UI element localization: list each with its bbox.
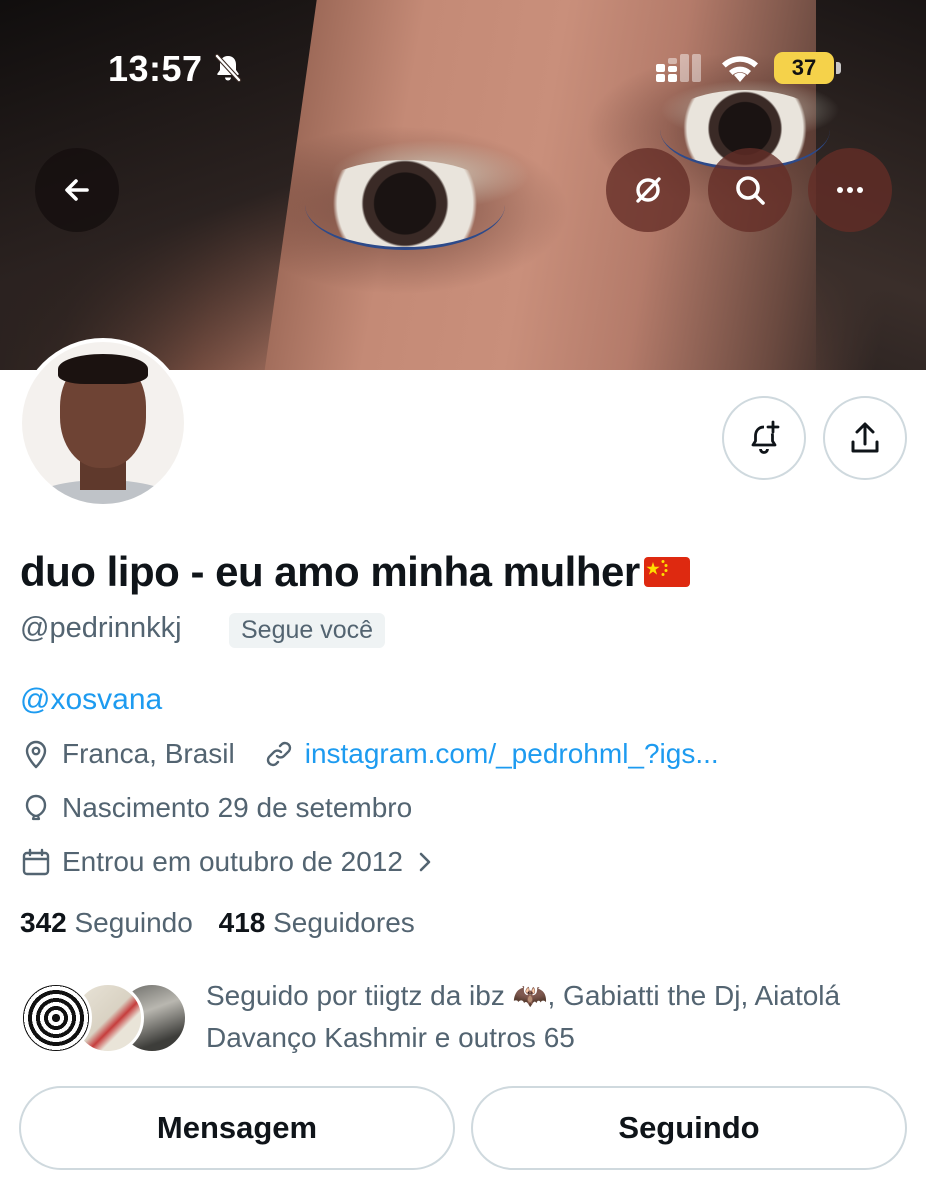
more-icon [837, 187, 863, 193]
share-icon [851, 422, 879, 453]
known-followers-text[interactable]: Seguido por tiigtz da ibz 🦇, Gabiatti th… [206, 975, 906, 1059]
back-button[interactable] [35, 148, 119, 232]
banner-eye-left [305, 160, 505, 250]
username-handle: @pedrinnkkj [20, 612, 182, 644]
notifications-button[interactable] [722, 396, 806, 480]
grok-icon [636, 177, 661, 203]
display-name: duo lipo - eu amo minha mulher [20, 548, 690, 596]
grok-button[interactable] [606, 148, 690, 232]
share-button[interactable] [823, 396, 907, 480]
bio-mention-link[interactable]: @xosvana [20, 683, 162, 717]
battery-indicator: 37 [774, 52, 834, 84]
link-icon [266, 741, 291, 767]
following-count: 342 [20, 907, 67, 938]
search-button[interactable] [708, 148, 792, 232]
follows-you-badge: Segue você [229, 613, 386, 648]
battery-cap [836, 62, 841, 74]
china-flag-icon [643, 557, 690, 587]
balloon-icon [25, 794, 47, 821]
location-website-row: Franca, Brasil instagram.com/_pedrohml_?… [20, 738, 719, 770]
known-follower-avatar[interactable] [20, 982, 92, 1054]
profile-avatar[interactable] [18, 338, 188, 508]
joined-text: Entrou em outubro de 2012 [62, 846, 403, 877]
following-label: Seguindo [74, 907, 193, 938]
calendar-icon [22, 848, 50, 876]
status-time: 13:57 [108, 48, 203, 89]
location-pin-icon [25, 740, 47, 769]
following-button[interactable]: Seguindo [471, 1086, 907, 1170]
more-button[interactable] [808, 148, 892, 232]
arrow-left-icon [65, 179, 89, 201]
follow-stats: 342 Seguindo 418 Seguidores [20, 907, 415, 939]
chevron-right-icon [419, 852, 431, 872]
bell-plus-icon [751, 420, 780, 454]
followers-label: Seguidores [273, 907, 415, 938]
bell-slash-icon [214, 53, 242, 83]
birthday-text: Nascimento 29 de setembro [62, 792, 413, 823]
location-text: Franca, Brasil [62, 738, 235, 769]
joined-row[interactable]: Entrou em outubro de 2012 [20, 846, 437, 878]
display-name-text: duo lipo - eu amo minha mulher [20, 548, 640, 595]
signal-icon [656, 54, 701, 82]
search-icon [736, 176, 765, 205]
followers-count: 418 [218, 907, 266, 938]
website-link[interactable]: instagram.com/_pedrohml_?igs... [305, 738, 719, 770]
avatar-hair [58, 354, 148, 384]
following-link[interactable]: 342 Seguindo [20, 907, 193, 938]
birthday-row: Nascimento 29 de setembro [20, 792, 412, 824]
followers-link[interactable]: 418 Seguidores [219, 907, 415, 938]
message-button[interactable]: Mensagem [19, 1086, 455, 1170]
avatar-photo [22, 342, 184, 504]
wifi-icon [722, 56, 758, 82]
